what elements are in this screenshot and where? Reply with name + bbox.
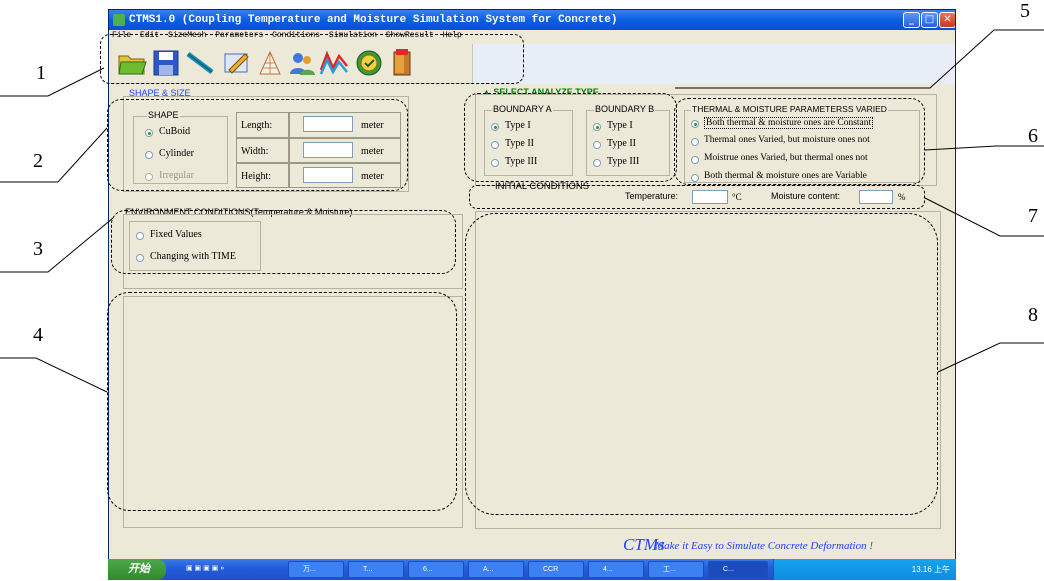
annotation-3: 3 bbox=[33, 238, 43, 260]
annotation-outline-parameters bbox=[674, 98, 925, 185]
system-tray: 13.16 上午 bbox=[773, 559, 956, 580]
clock: 13.16 上午 bbox=[911, 565, 950, 574]
annotation-7: 7 bbox=[1028, 205, 1038, 227]
annotation-2: 2 bbox=[33, 150, 43, 172]
quick-launch: ▣ ▣ ▣ ▣ » bbox=[186, 565, 225, 572]
annotation-outline-toolbar bbox=[100, 34, 524, 84]
window-title: CTMS1.0 (Coupling Temperature and Moistu… bbox=[129, 14, 618, 26]
annotation-outline-left-pane bbox=[107, 292, 457, 511]
task-item-8-active[interactable]: C... bbox=[708, 561, 768, 578]
annotation-8: 8 bbox=[1028, 304, 1038, 326]
figure-canvas: CTMS1.0 (Coupling Temperature and Moistu… bbox=[0, 0, 1044, 581]
annotation-4: 4 bbox=[33, 324, 43, 346]
task-item-1[interactable]: 万... bbox=[288, 561, 344, 578]
annotation-1: 1 bbox=[36, 62, 46, 84]
app-icon bbox=[113, 14, 125, 26]
annotation-6: 6 bbox=[1028, 125, 1038, 147]
annotation-outline-environment bbox=[111, 210, 456, 274]
title-bar[interactable]: CTMS1.0 (Coupling Temperature and Moistu… bbox=[109, 10, 955, 30]
taskbar: 开始 ▣ ▣ ▣ ▣ » 万... T... 6... A... CCR 4..… bbox=[108, 559, 956, 580]
annotation-outline-initial bbox=[469, 185, 925, 209]
task-item-5[interactable]: CCR bbox=[528, 561, 584, 578]
task-item-4[interactable]: A... bbox=[468, 561, 524, 578]
toolbar-blank-area bbox=[472, 44, 955, 84]
minimize-button[interactable]: _ bbox=[903, 12, 920, 28]
close-button[interactable]: ✕ bbox=[939, 12, 955, 28]
start-label: 开始 bbox=[128, 563, 150, 575]
footer-slogan: Make it Easy to Simulate Concrete Deform… bbox=[655, 540, 874, 552]
annotation-outline-boundary bbox=[464, 93, 677, 182]
task-item-7[interactable]: 工... bbox=[648, 561, 704, 578]
task-item-3[interactable]: 6... bbox=[408, 561, 464, 578]
annotation-outline-right-pane bbox=[465, 213, 938, 515]
task-item-2[interactable]: T... bbox=[348, 561, 404, 578]
start-button[interactable]: 开始 bbox=[108, 559, 166, 580]
annotation-outline-shape bbox=[107, 99, 408, 191]
task-item-6[interactable]: 4... bbox=[588, 561, 644, 578]
annotation-5: 5 bbox=[1020, 0, 1030, 22]
maximize-button[interactable]: □ bbox=[921, 12, 938, 28]
